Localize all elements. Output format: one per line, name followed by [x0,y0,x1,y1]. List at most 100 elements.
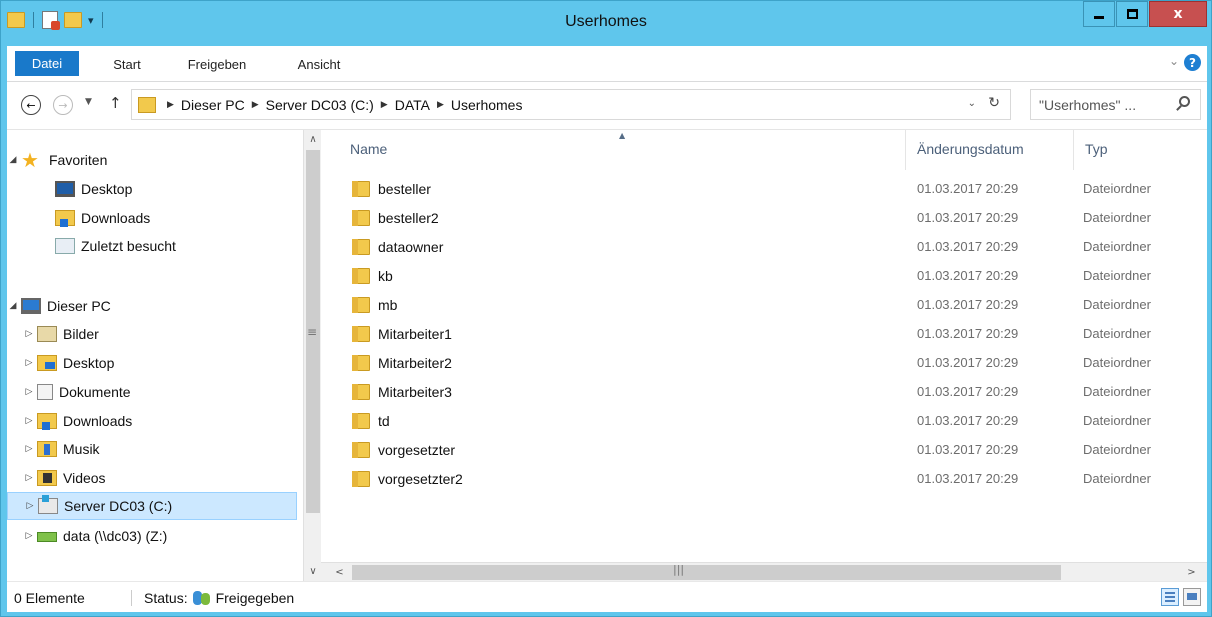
folder-icon [138,96,156,113]
table-row[interactable]: besteller 01.03.2017 20:29 Dateiordner [321,175,1207,204]
column-divider[interactable] [905,130,906,170]
table-row[interactable]: kb 01.03.2017 20:29 Dateiordner [321,262,1207,291]
minimize-button[interactable] [1083,1,1115,27]
breadcrumb-userhomes[interactable]: Userhomes [451,97,523,113]
file-type: Dateiordner [1083,210,1151,225]
address-bar[interactable]: ▶ Dieser PC ▶ Server DC03 (C:) ▶ DATA ▶ … [131,89,1011,120]
scroll-left-icon[interactable]: < [331,564,348,581]
expand-icon[interactable]: ▷ [23,358,35,368]
file-name: vorgesetzter2 [378,471,463,487]
table-row[interactable]: Mitarbeiter1 01.03.2017 20:29 Dateiordner [321,320,1207,349]
column-divider[interactable] [1073,130,1074,170]
breadcrumb-separator-icon[interactable]: ▶ [167,100,174,110]
forward-button[interactable]: → [53,95,73,115]
tree-item-server-dc03[interactable]: ▷ Server DC03 (C:) [7,492,297,520]
horizontal-scrollbar[interactable]: < ||| > [321,562,1207,582]
expand-icon[interactable]: ▷ [23,531,35,541]
close-button[interactable]: x [1149,1,1207,27]
navigation-pane: ◢ ★ Favoriten Desktop Downloads Zuletzt … [7,129,321,581]
tree-item-desktop[interactable]: Desktop [7,175,297,203]
shared-users-icon [192,591,212,605]
expand-icon[interactable]: ▷ [23,329,35,339]
status-bar: 0 Elemente Status: Freigegeben [7,581,1207,612]
tree-label: Server DC03 (C:) [64,498,173,514]
search-icon[interactable] [1179,96,1190,107]
breadcrumb-separator-icon[interactable]: ▶ [437,100,444,110]
breadcrumb-separator-icon[interactable]: ▶ [381,100,388,110]
title-bar[interactable]: ▾ Userhomes x [1,1,1211,46]
recent-locations-icon[interactable]: ▼ [85,97,92,107]
table-row[interactable]: dataowner 01.03.2017 20:29 Dateiordner [321,233,1207,262]
file-name: dataowner [378,239,444,255]
tree-item-network-drive[interactable]: ▷ data (\\dc03) (Z:) [7,522,297,550]
up-button[interactable]: ↑ [109,94,122,112]
expand-icon[interactable]: ▷ [23,444,35,454]
tab-freigeben[interactable]: Freigeben [177,52,257,76]
table-row[interactable]: vorgesetzter2 01.03.2017 20:29 Dateiordner [321,465,1207,494]
column-type[interactable]: Typ [1085,141,1108,157]
computer-icon [21,298,41,314]
tree-this-pc[interactable]: ◢ Dieser PC [7,292,297,320]
network-drive-icon [37,532,57,542]
collapse-icon[interactable]: ◢ [7,155,19,165]
breadcrumb-separator-icon[interactable]: ▶ [252,100,259,110]
expand-icon[interactable]: ▷ [24,501,36,511]
breadcrumb-server-dc03[interactable]: Server DC03 (C:) [266,97,374,113]
help-icon[interactable]: ? [1184,54,1201,71]
expand-icon[interactable]: ▷ [23,387,35,397]
expand-ribbon-icon[interactable]: ⌄ [1169,54,1179,68]
navpane-scrollbar[interactable]: ∧ ≡ ∨ [303,130,321,581]
tab-ansicht[interactable]: Ansicht [287,52,351,76]
scroll-right-icon[interactable]: > [1183,564,1200,581]
pictures-icon [37,326,57,342]
tree-item-recent[interactable]: Zuletzt besucht [7,232,297,260]
table-row[interactable]: besteller2 01.03.2017 20:29 Dateiordner [321,204,1207,233]
tree-item-dokumente[interactable]: ▷ Dokumente [7,378,297,406]
tab-start[interactable]: Start [102,52,152,76]
tree-item-musik[interactable]: ▷ Musik [7,435,297,463]
recent-places-icon [55,238,75,254]
tree-favorites[interactable]: ◢ ★ Favoriten [7,146,297,174]
tab-datei[interactable]: Datei [15,51,79,76]
maximize-button[interactable] [1116,1,1148,27]
details-view-icon[interactable] [1161,588,1179,606]
table-row[interactable]: Mitarbeiter3 01.03.2017 20:29 Dateiordner [321,378,1207,407]
tree-label: Videos [63,470,106,486]
expand-icon[interactable]: ▷ [23,416,35,426]
expand-icon[interactable]: ▷ [23,473,35,483]
navigation-bar: ← → ▼ ↑ ▶ Dieser PC ▶ Server DC03 (C:) ▶… [7,82,1207,129]
back-button[interactable]: ← [21,95,41,115]
search-placeholder: "Userhomes" ... [1039,96,1137,113]
large-icons-view-icon[interactable] [1183,588,1201,606]
scrollbar-thumb[interactable] [352,565,1061,580]
tree-item-videos[interactable]: ▷ Videos [7,464,297,492]
table-row[interactable]: td 01.03.2017 20:29 Dateiordner [321,407,1207,436]
scroll-down-icon[interactable]: ∨ [304,562,321,580]
file-type: Dateiordner [1083,239,1151,254]
breadcrumb-data[interactable]: DATA [395,97,430,113]
collapse-icon[interactable]: ◢ [7,301,19,311]
address-dropdown-icon[interactable]: ⌄ [968,98,976,109]
table-row[interactable]: Mitarbeiter2 01.03.2017 20:29 Dateiordner [321,349,1207,378]
file-name: vorgesetzter [378,442,456,458]
scrollbar-grip-icon: ≡ [307,325,318,339]
tree-item-downloads[interactable]: Downloads [7,204,297,232]
search-input[interactable]: "Userhomes" ... [1030,89,1201,120]
breadcrumb-dieser-pc[interactable]: Dieser PC [181,97,245,113]
folder-icon [352,210,370,226]
tree-label: Zuletzt besucht [81,238,176,254]
refresh-icon[interactable]: ↻ [988,95,1000,111]
folder-icon [352,268,370,284]
column-name[interactable]: Name [350,141,387,157]
tree-item-downloads-pc[interactable]: ▷ Downloads [7,407,297,435]
file-name: Mitarbeiter3 [378,384,452,400]
table-row[interactable]: vorgesetzter 01.03.2017 20:29 Dateiordner [321,436,1207,465]
file-type: Dateiordner [1083,384,1151,399]
table-row[interactable]: mb 01.03.2017 20:29 Dateiordner [321,291,1207,320]
column-date[interactable]: Änderungsdatum [917,141,1024,157]
tree-item-desktop-pc[interactable]: ▷ Desktop [7,349,297,377]
sort-ascending-icon: ▲ [619,131,626,140]
scroll-up-icon[interactable]: ∧ [304,130,321,148]
file-date: 01.03.2017 20:29 [917,413,1019,428]
tree-item-bilder[interactable]: ▷ Bilder [7,320,297,348]
